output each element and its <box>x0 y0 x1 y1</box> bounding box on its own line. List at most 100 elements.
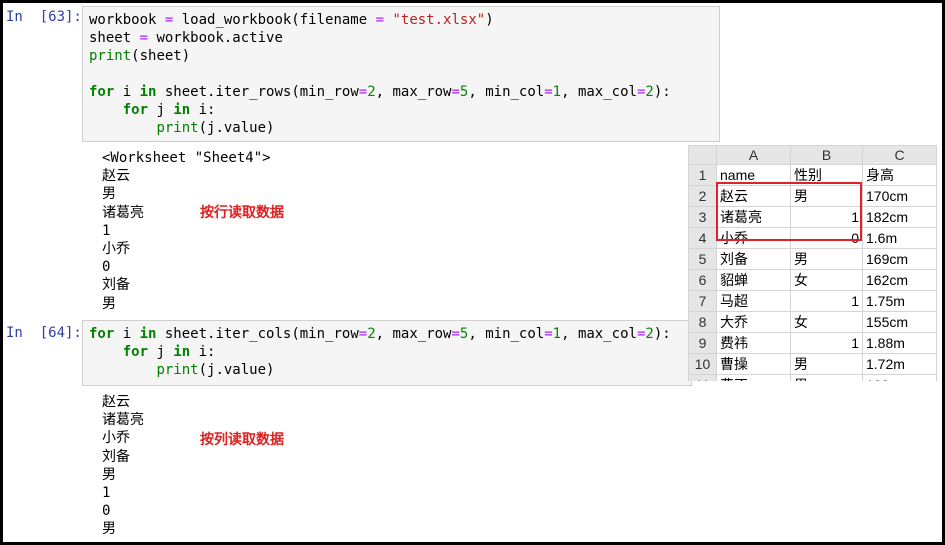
output-line: 男 <box>102 186 116 203</box>
cell-64-code-editor[interactable]: for i in sheet.iter_cols(min_row=2, max_… <box>82 320 692 386</box>
code-token: workbook.active <box>148 30 283 46</box>
sheet-cell[interactable]: 女 <box>790 269 863 291</box>
sheet-cell[interactable]: 190cm <box>862 374 937 381</box>
code-token: in <box>139 326 157 342</box>
cell-64-output: 赵云 诸葛亮 小乔 刘备男 1 0 男 <box>102 393 144 539</box>
output-line: 男 <box>102 466 116 483</box>
row-header[interactable]: 3 <box>688 206 717 228</box>
column-header[interactable]: B <box>790 145 863 165</box>
code-token: sheet.iter_rows(min_row <box>156 84 359 100</box>
sheet-cell[interactable]: 1.72m <box>862 353 937 375</box>
code-token: j <box>148 344 174 360</box>
row-header[interactable]: 4 <box>688 227 717 249</box>
code-token: = <box>544 326 553 342</box>
code-token: = <box>451 326 460 342</box>
code-token: j <box>148 102 174 118</box>
code-token: = <box>358 326 368 342</box>
code-token: , max_row <box>375 84 452 100</box>
cell-63-output: <Worksheet "Sheet4"> 赵云男诸葛亮 1 小乔 0 刘备男 <box>102 149 271 313</box>
row-header[interactable]: 11 <box>688 374 717 381</box>
sheet-cell[interactable]: 曹丕 <box>716 374 791 381</box>
row-header[interactable]: 5 <box>688 248 717 270</box>
row-header[interactable]: 2 <box>688 185 717 207</box>
output-line: 赵云 <box>102 394 130 410</box>
sheet-cell[interactable]: 曹操 <box>716 353 791 375</box>
row-header[interactable]: 9 <box>688 332 717 354</box>
annotation-row-read: 按行读取数据 <box>200 205 284 221</box>
sheet-cell[interactable]: 貂蝉 <box>716 269 791 291</box>
spreadsheet-preview: A B C 1 name 性别 身高 2 赵云男 170cm 3 诸葛亮 1 182cm 4 小乔 0 1.6m 5… <box>688 145 938 381</box>
code-token: 1 <box>552 84 562 100</box>
output-line: <Worksheet "Sheet4"> <box>102 150 271 166</box>
column-header[interactable]: C <box>862 145 937 165</box>
highlight-box <box>716 182 862 241</box>
sheet-cell[interactable]: 1.75m <box>862 290 937 312</box>
sheet-cell[interactable]: 女 <box>790 311 863 333</box>
code-token: "test.xlsx" <box>392 12 486 28</box>
code-token: in <box>173 102 191 118</box>
cell-63-code-editor[interactable]: workbook = load_workbook(filename = "tes… <box>82 6 720 142</box>
sheet-cell[interactable]: 182cm <box>862 206 937 228</box>
sheet-cell[interactable]: 155cm <box>862 311 937 333</box>
output-line: 1 <box>102 222 111 239</box>
row-header[interactable]: 10 <box>688 353 717 375</box>
code-token: (j.value) <box>198 120 275 136</box>
sheet-cell[interactable]: 刘备 <box>716 248 791 270</box>
code-token: 2 <box>645 84 654 100</box>
sheet-row: 7 马超 1 1.75m <box>688 290 937 312</box>
code-token: = <box>375 12 385 28</box>
sheet-cell[interactable]: 1 <box>790 290 863 312</box>
sheet-row: 8 大乔女 155cm <box>688 311 937 333</box>
sheet-cell[interactable]: 1.88m <box>862 332 937 354</box>
code-token: = <box>544 84 553 100</box>
sheet-cell[interactable]: 身高 <box>862 164 937 186</box>
code-token: , max_col <box>561 326 637 342</box>
sheet-cell[interactable]: 男 <box>790 248 863 270</box>
code-token: for <box>89 326 115 342</box>
select-all-corner[interactable] <box>688 145 717 165</box>
code-line: for i in sheet.iter_cols(min_row=2, max_… <box>89 325 685 343</box>
code-token: 2 <box>645 326 654 342</box>
output-line: 男 <box>102 295 116 312</box>
code-line: workbook = load_workbook(filename = "tes… <box>89 11 713 29</box>
sheet-cell[interactable]: 170cm <box>862 185 937 207</box>
code-token: ) <box>485 12 494 28</box>
code-token: in <box>139 84 157 100</box>
sheet-cell[interactable]: 男 <box>790 353 863 375</box>
code-token: for <box>89 84 115 100</box>
sheet-cell[interactable]: 162cm <box>862 269 937 291</box>
row-header[interactable]: 8 <box>688 311 717 333</box>
row-header[interactable]: 7 <box>688 290 717 312</box>
output-line: 1 <box>102 485 111 502</box>
sheet-cell[interactable]: 男 <box>790 374 863 381</box>
row-header[interactable]: 6 <box>688 269 717 291</box>
code-token: (j.value) <box>198 362 275 378</box>
row-header[interactable]: 1 <box>688 164 717 186</box>
annotation-col-read: 按列读取数据 <box>200 432 284 448</box>
code-token: 2 <box>367 326 376 342</box>
sheet-cell[interactable]: 1.6m <box>862 227 937 249</box>
code-token: in <box>173 344 191 360</box>
column-header[interactable]: A <box>716 145 791 165</box>
code-token: = <box>139 30 149 46</box>
code-token: = <box>358 84 368 100</box>
code-line: for i in sheet.iter_rows(min_row=2, max_… <box>89 83 713 101</box>
code-token: i <box>114 84 140 100</box>
sheet-cell[interactable]: 费祎 <box>716 332 791 354</box>
sheet-cell[interactable]: 马超 <box>716 290 791 312</box>
code-token: i <box>114 326 140 342</box>
sheet-cell[interactable]: 大乔 <box>716 311 791 333</box>
sheet-row: 11曹丕男190cm <box>688 374 937 381</box>
code-token: , min_col <box>468 326 545 342</box>
output-line: 刘备 <box>102 277 130 294</box>
code-token: for <box>122 102 149 118</box>
output-line: 小乔 <box>102 430 130 447</box>
sheet-cell[interactable]: 1 <box>790 332 863 354</box>
sheet-cell[interactable]: 169cm <box>862 248 937 270</box>
code-token: i: <box>190 344 216 360</box>
code-token: i: <box>190 102 216 118</box>
